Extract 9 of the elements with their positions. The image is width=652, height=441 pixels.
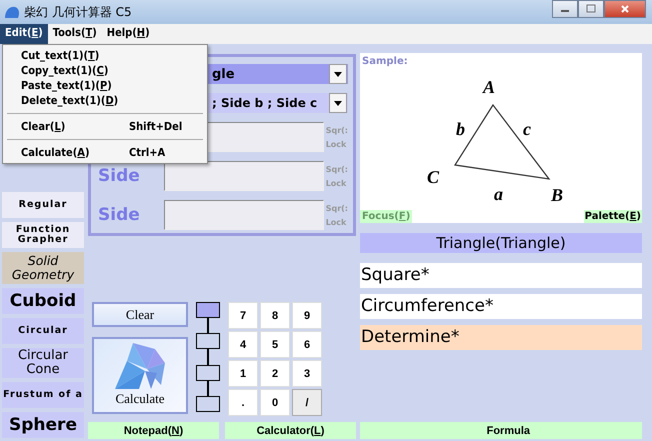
- category-header: Solid Geometry: [2, 252, 84, 284]
- result-field: Circumference*: [360, 294, 642, 319]
- window-title: 柴幻 几何计算器 C5: [24, 4, 132, 20]
- shape-title: Triangle(Triangle): [360, 233, 642, 253]
- side-label: Side: [98, 166, 140, 186]
- side-label: Side: [98, 205, 140, 225]
- result-field: Determine*: [360, 325, 642, 350]
- result-field: Square*: [360, 263, 642, 288]
- sample-label: Sample:: [362, 56, 408, 67]
